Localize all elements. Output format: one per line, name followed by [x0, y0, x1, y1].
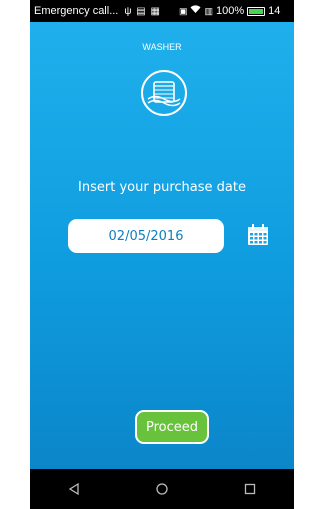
wifi-icon — [190, 5, 201, 17]
back-triangle-icon[interactable] — [59, 474, 89, 504]
status-right: ▣ ▥ 100% 14 — [179, 5, 280, 17]
battery-percent: 100% — [216, 5, 245, 17]
status-notification: Emergency call... — [34, 5, 119, 17]
app-screen: WASHER Insert your purchase date 02/05/2… — [30, 22, 294, 469]
purchase-date-prompt: Insert your purchase date — [78, 180, 246, 195]
home-circle-icon[interactable] — [147, 474, 177, 504]
battery-icon — [247, 6, 266, 16]
phone-frame: Emergency call... ψ ▤ ▦ ▣ ▥ 100% 14 WASH… — [30, 0, 294, 509]
status-bar: Emergency call... ψ ▤ ▦ ▣ ▥ 100% 14 — [30, 0, 294, 22]
recents-square-icon[interactable] — [235, 474, 265, 504]
washer-icon — [141, 70, 187, 116]
status-time: 14 — [268, 5, 281, 17]
status-notification-icons: ψ ▤ ▦ — [124, 5, 161, 17]
nfc-icon: ▣ — [178, 5, 188, 16]
proceed-button[interactable]: Proceed — [135, 410, 209, 444]
calendar-icon[interactable] — [246, 223, 270, 247]
purchase-date-field[interactable]: 02/05/2016 — [68, 219, 224, 253]
navigation-bar — [30, 469, 294, 509]
signal-icon: ▥ — [204, 5, 213, 16]
page-title: WASHER — [142, 42, 182, 52]
